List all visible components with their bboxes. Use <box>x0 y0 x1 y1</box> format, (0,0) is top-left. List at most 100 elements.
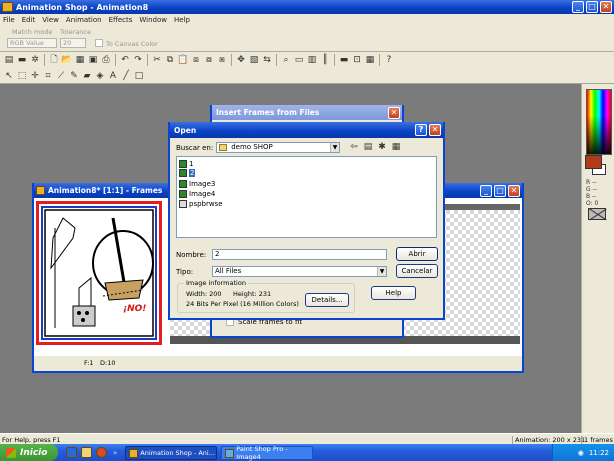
dropper-icon[interactable]: ⟋ <box>55 70 67 82</box>
minimize-button[interactable]: _ <box>572 1 584 13</box>
menu-file[interactable]: File <box>3 16 15 24</box>
redo-icon[interactable]: ↷ <box>132 54 144 66</box>
menu-bar: File Edit View Animation Effects Window … <box>0 14 614 26</box>
filename-input[interactable]: 2 <box>212 249 387 260</box>
save-icon[interactable]: ▣ <box>87 54 99 66</box>
tolerance-spinner[interactable]: 20 <box>60 38 86 48</box>
frames-close-button[interactable]: ✕ <box>508 185 520 197</box>
insert-frames-close-button[interactable]: ✕ <box>388 107 400 119</box>
color-bars-icon[interactable]: ║ <box>319 54 331 66</box>
quick-launch-chevron-icon[interactable]: » <box>113 449 117 457</box>
task-paint-shop-pro[interactable]: Paint Shop Pro - Image4 <box>221 445 314 461</box>
wizard-icon[interactable]: ✲ <box>29 54 41 66</box>
clock[interactable]: 11:22 <box>589 449 609 457</box>
file-type-select[interactable]: All Files ▼ <box>212 266 387 277</box>
undo-icon[interactable]: ↶ <box>119 54 131 66</box>
rectangle-icon[interactable]: □ <box>133 70 145 82</box>
zoom-icon[interactable]: ⌕ <box>280 54 292 66</box>
task-animation-shop[interactable]: Animation Shop - Ani... <box>125 445 218 460</box>
menu-view[interactable]: View <box>42 16 59 24</box>
optimize-icon[interactable]: ✥ <box>235 54 247 66</box>
filename-value: 2 <box>215 250 220 258</box>
arrow-icon[interactable]: ↖ <box>3 70 15 82</box>
open-dialog-titlebar[interactable]: Open ? ✕ <box>170 122 443 138</box>
to-canvas-checkbox[interactable] <box>95 39 103 47</box>
brush-icon[interactable]: ✎ <box>68 70 80 82</box>
transition-icon[interactable]: ⇆ <box>261 54 273 66</box>
open-button[interactable]: Abrir <box>396 247 438 261</box>
transparent-swatch[interactable] <box>588 208 606 220</box>
media-icon[interactable] <box>96 447 107 458</box>
insert-frame-icon[interactable]: ▬ <box>16 54 28 66</box>
frames-maximize-button[interactable]: □ <box>494 185 506 197</box>
file-type-label: Tipo: <box>176 268 194 276</box>
open-folder-icon[interactable]: 📂 <box>61 54 73 66</box>
paste-into-icon[interactable]: ⧆ <box>216 54 228 66</box>
menu-effects[interactable]: Effects <box>109 16 133 24</box>
eraser-icon[interactable]: ▰ <box>81 70 93 82</box>
view-menu-icon[interactable]: ▦ <box>390 141 402 153</box>
move-icon[interactable]: ✛ <box>29 70 41 82</box>
app-icon[interactable] <box>2 2 13 12</box>
tray-network-icon[interactable]: ◉ <box>578 449 584 457</box>
menu-animation[interactable]: Animation <box>66 16 102 24</box>
look-in-select[interactable]: demo SHOP ▼ <box>216 142 340 153</box>
tool-options-bar: Match mode RGB Value Tolerance 20 To Can… <box>0 26 614 52</box>
file-list: 1 2 Image3 Image4 pspbrwse <box>176 156 437 238</box>
paste-before-icon[interactable]: ⧈ <box>190 54 202 66</box>
frames-minimize-button[interactable]: _ <box>480 185 492 197</box>
select-icon[interactable]: ⬚ <box>16 70 28 82</box>
cut-icon[interactable]: ✂ <box>151 54 163 66</box>
grid-icon[interactable]: ▦ <box>364 54 376 66</box>
open-dialog-close-button[interactable]: ✕ <box>429 124 441 136</box>
line-icon[interactable]: ╱ <box>120 70 132 82</box>
maximize-button[interactable]: □ <box>586 1 598 13</box>
list-item[interactable]: pspbrwse <box>179 199 223 208</box>
back-icon[interactable]: ⇦ <box>348 141 360 153</box>
open-dialog-help-button[interactable]: ? <box>415 124 427 136</box>
tolerance-value: 20 <box>63 39 72 47</box>
up-folder-icon[interactable]: ▤ <box>362 141 374 153</box>
list-item[interactable]: Image4 <box>179 189 215 198</box>
image-bits: 24 Bits Per Pixel (16 Million Colors) <box>186 300 299 308</box>
browse-icon[interactable]: ▦ <box>74 54 86 66</box>
foreground-swatch[interactable] <box>585 155 602 169</box>
folder-icon[interactable] <box>81 447 92 458</box>
fill-icon[interactable]: ◈ <box>94 70 106 82</box>
start-button[interactable]: Inicio <box>0 444 58 461</box>
close-button[interactable]: ✕ <box>600 1 612 13</box>
print-icon[interactable]: ⎙ <box>100 54 112 66</box>
open-dialog: Open ? ✕ Buscar en: demo SHOP ▼ ⇦ ▤ ✱ ▦ … <box>168 122 445 320</box>
match-mode-select[interactable]: RGB Value <box>7 38 57 48</box>
fit-icon[interactable]: ⊡ <box>351 54 363 66</box>
frame-props-icon[interactable]: ▧ <box>248 54 260 66</box>
film-icon[interactable]: ▤ <box>3 54 15 66</box>
text-icon[interactable]: A <box>107 70 119 82</box>
list-item[interactable]: 1 <box>179 159 193 168</box>
details-button[interactable]: Details... <box>305 293 349 307</box>
paste-after-icon[interactable]: ⧇ <box>203 54 215 66</box>
view-animation-icon[interactable]: ▭ <box>293 54 305 66</box>
frame-view-icon[interactable]: ▬ <box>338 54 350 66</box>
copy-icon[interactable]: ⧉ <box>164 54 176 66</box>
tools-toolbar: ↖ ⬚ ✛ ⌗ ⟋ ✎ ▰ ◈ A ╱ □ <box>0 68 614 84</box>
frame-thumbnail[interactable]: ¡NO! <box>36 201 162 345</box>
menu-help[interactable]: Help <box>174 16 190 24</box>
paste-icon[interactable]: 📋 <box>177 54 189 66</box>
browser-icon[interactable] <box>66 447 77 458</box>
color-palette[interactable] <box>586 89 612 155</box>
context-help-icon[interactable]: ? <box>383 54 395 66</box>
menu-window[interactable]: Window <box>139 16 167 24</box>
list-item[interactable]: Image3 <box>179 179 215 188</box>
new-folder-icon[interactable]: ✱ <box>376 141 388 153</box>
insert-frames-titlebar[interactable]: Insert Frames from Files ✕ <box>212 105 402 120</box>
menu-edit[interactable]: Edit <box>22 16 36 24</box>
palette-icon[interactable]: ▥ <box>306 54 318 66</box>
cancel-button[interactable]: Cancelar <box>396 264 438 278</box>
new-file-icon[interactable]: 🗋 <box>48 54 60 66</box>
help-button[interactable]: Help <box>371 286 416 300</box>
frame-number: F:1 <box>84 359 94 367</box>
crop-icon[interactable]: ⌗ <box>42 70 54 82</box>
list-item-selected[interactable]: 2 <box>179 168 196 177</box>
red-readout: R -- <box>586 179 597 186</box>
